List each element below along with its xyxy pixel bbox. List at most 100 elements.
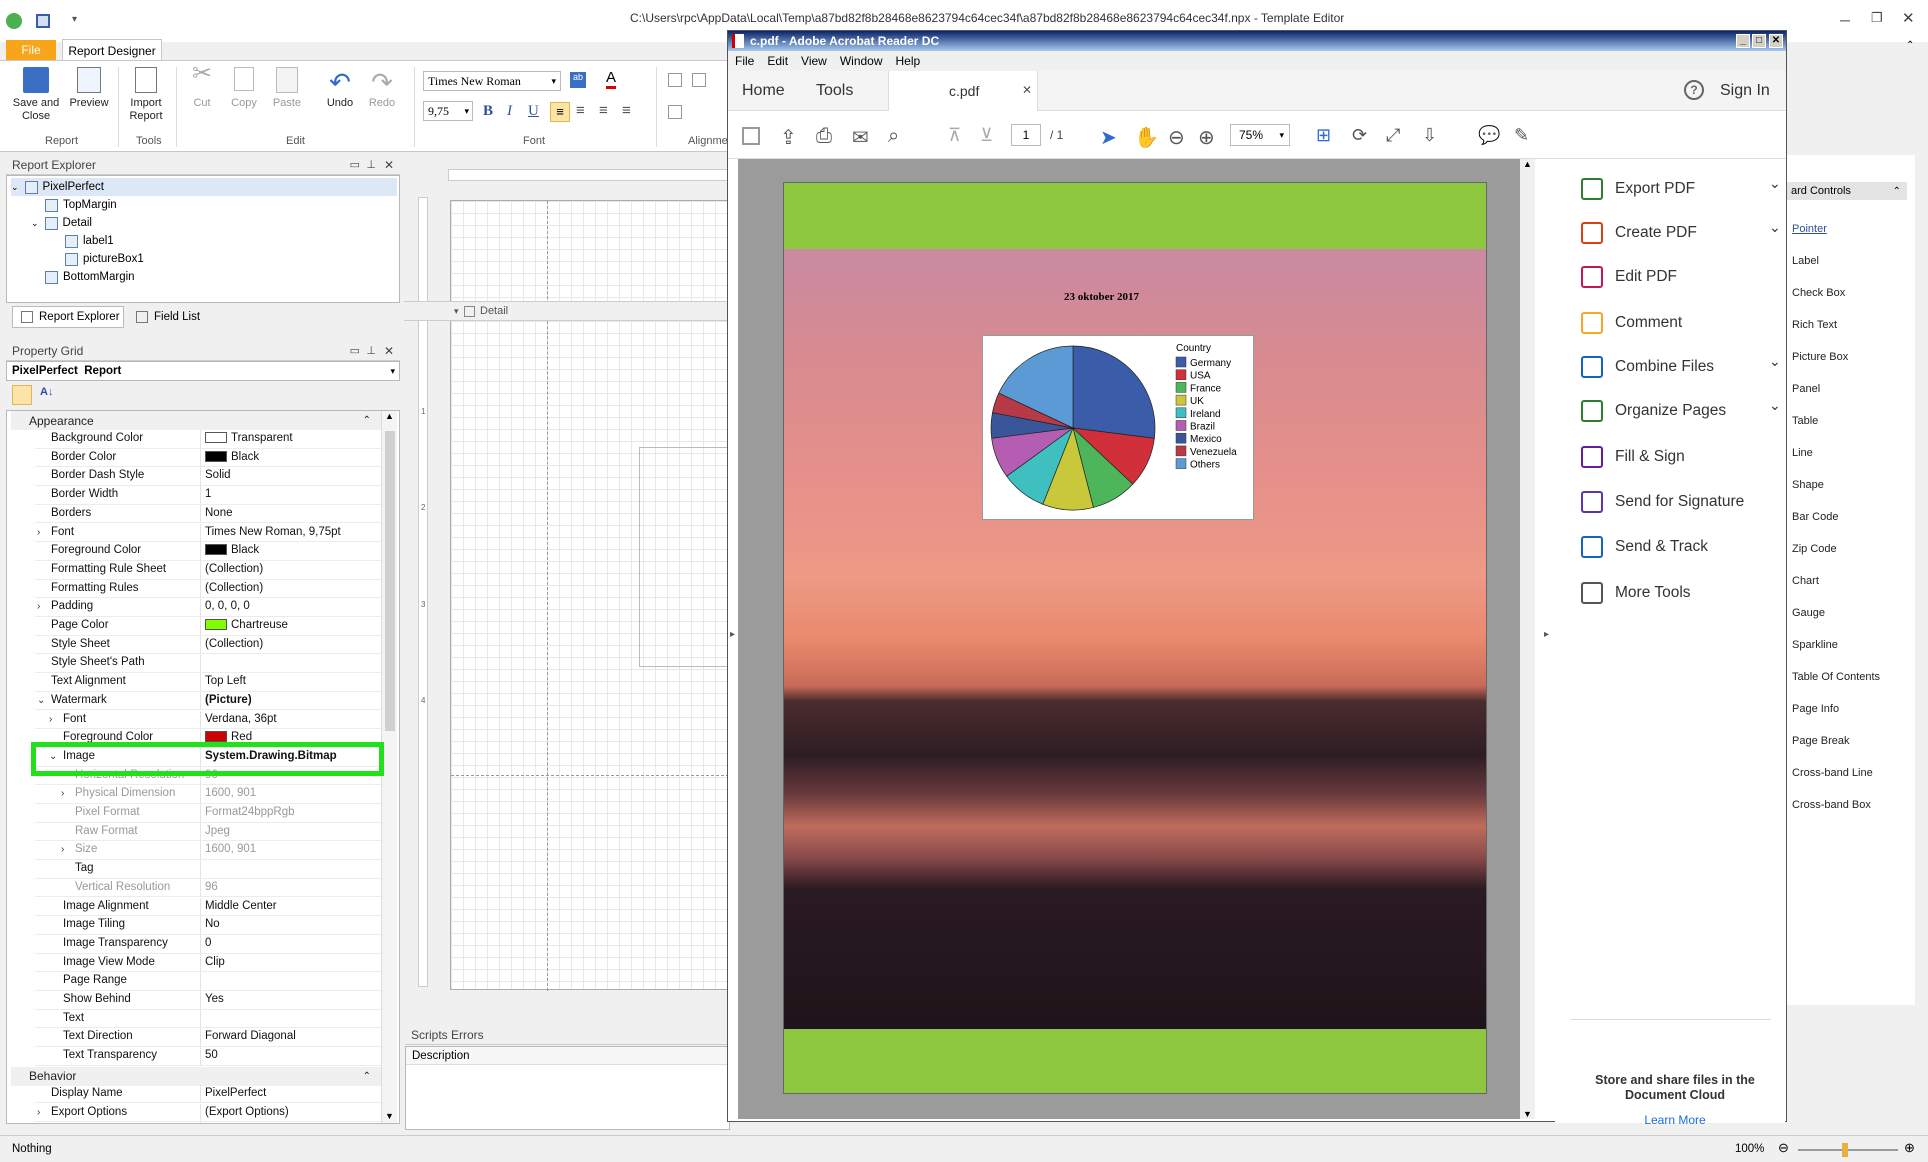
font-size-select[interactable]: 9,75 ▾: [423, 101, 473, 121]
property-row[interactable]: Text Direction Forward Diagonal: [35, 1028, 387, 1048]
property-row[interactable]: Formatting Rules (Collection): [35, 579, 387, 599]
toolbox-item[interactable]: Line: [1792, 447, 1813, 459]
chevron-down-icon[interactable]: ⌄: [1769, 219, 1781, 236]
toolbox-item[interactable]: Gauge: [1792, 607, 1825, 619]
property-value[interactable]: 0: [205, 937, 211, 949]
panel-menu-icon[interactable]: ▭: [350, 344, 360, 357]
property-value[interactable]: Verdana, 36pt: [205, 713, 277, 725]
close-icon[interactable]: ✕: [1769, 34, 1783, 48]
property-row[interactable]: Borders None: [35, 504, 387, 524]
maximize-icon[interactable]: □: [1752, 34, 1766, 48]
sign-pen-icon[interactable]: ✎: [1514, 125, 1536, 147]
tree-item-pixelperfect[interactable]: ⌄ PixelPerfect: [11, 178, 397, 196]
menu-file[interactable]: File: [735, 54, 754, 68]
tab-home[interactable]: Home: [742, 82, 785, 100]
highlight-color-icon[interactable]: ab: [570, 72, 586, 88]
help-icon[interactable]: ?: [1684, 80, 1704, 100]
tool-edit-pdf[interactable]: Edit PDF: [1581, 265, 1677, 289]
property-value[interactable]: Transparent: [205, 432, 293, 444]
save-icon[interactable]: [36, 14, 50, 28]
toolbox-item[interactable]: Pointer: [1792, 223, 1827, 235]
italic-button[interactable]: I: [507, 103, 512, 120]
close-icon[interactable]: ✕: [1902, 9, 1915, 27]
property-row[interactable]: › Physical Dimension 1600, 901: [35, 785, 387, 804]
property-value[interactable]: 1600, 901: [205, 843, 256, 855]
minimize-icon[interactable]: ─: [1840, 12, 1850, 28]
collapse-icon[interactable]: ⌃: [1893, 186, 1901, 197]
align-lefts-icon[interactable]: [668, 105, 682, 119]
tree-item-picturebox1[interactable]: pictureBox1: [65, 250, 144, 268]
email-icon[interactable]: ✉: [852, 125, 874, 149]
property-value[interactable]: Chartreuse: [205, 619, 288, 631]
paste-button[interactable]: Paste: [266, 67, 308, 110]
zoom-slider-thumb[interactable]: [1842, 1143, 1848, 1157]
property-row[interactable]: Raw Format Jpeg: [35, 822, 387, 842]
property-value[interactable]: Black: [205, 450, 259, 463]
left-panel-toggle[interactable]: ▸: [730, 629, 735, 640]
property-row[interactable]: Style Sheet's Path: [35, 654, 387, 674]
close-tab-icon[interactable]: ✕: [1022, 83, 1032, 97]
toolbox-item[interactable]: Cross-band Line: [1792, 767, 1873, 779]
scroll-up-icon[interactable]: ▲: [382, 411, 397, 421]
toolbox-item[interactable]: Sparkline: [1792, 639, 1838, 651]
property-row[interactable]: › Font Verdana, 36pt: [35, 710, 387, 730]
property-row[interactable]: Show Behind Yes: [35, 991, 387, 1010]
toolbox-item[interactable]: Label: [1792, 255, 1819, 267]
property-value[interactable]: Black: [205, 544, 259, 556]
property-value[interactable]: Format24bppRgb: [205, 806, 295, 818]
menu-window[interactable]: Window: [840, 54, 883, 68]
property-value[interactable]: Jpeg: [205, 825, 230, 837]
tool-send-track[interactable]: Send & Track: [1581, 535, 1708, 559]
fullscreen-icon[interactable]: ⤢: [1386, 125, 1408, 147]
property-value[interactable]: Yes: [205, 993, 224, 1005]
font-name-select[interactable]: Times New Roman ▾: [423, 71, 561, 91]
property-row[interactable]: Tag: [35, 860, 387, 879]
tool-fill-sign[interactable]: Fill & Sign: [1581, 445, 1685, 469]
align-center-button[interactable]: ≡: [576, 102, 585, 119]
property-row[interactable]: Text: [35, 1009, 387, 1029]
property-value[interactable]: Clip: [205, 956, 225, 968]
categorized-view-button[interactable]: [12, 385, 32, 405]
property-row[interactable]: Horizontal Content SplittingExact: [35, 1122, 387, 1123]
property-value[interactable]: (Collection): [205, 638, 263, 650]
chevron-down-icon[interactable]: ⌄: [1769, 353, 1781, 370]
collapse-icon[interactable]: ⌄: [37, 695, 45, 706]
description-column[interactable]: Description: [406, 1047, 729, 1065]
zoom-select[interactable]: 75% ▾: [1230, 124, 1290, 146]
sign-in-button[interactable]: Sign In: [1720, 82, 1770, 100]
scroll-thumb[interactable]: [385, 431, 395, 731]
tool-more-tools[interactable]: More Tools: [1581, 581, 1691, 605]
tab-tools[interactable]: Tools: [816, 82, 853, 100]
property-row[interactable]: Foreground Color Black: [35, 542, 387, 561]
toolbox-item[interactable]: Rich Text: [1792, 319, 1837, 331]
restore-icon[interactable]: ❐: [1871, 10, 1883, 26]
property-row[interactable]: Page Range: [35, 972, 387, 991]
toolbox-item[interactable]: Table Of Contents: [1792, 671, 1880, 683]
toolbox-item[interactable]: Cross-band Box: [1792, 799, 1871, 811]
tree-item-label1[interactable]: label1: [65, 232, 114, 250]
select-cursor-icon[interactable]: ➤: [1100, 125, 1122, 149]
rotate-icon[interactable]: ⟳: [1352, 125, 1374, 147]
chevron-down-icon[interactable]: ⌄: [1769, 397, 1781, 414]
property-value[interactable]: 1600, 901: [205, 787, 256, 799]
property-value[interactable]: 0, 0, 0, 0: [205, 600, 250, 612]
property-row[interactable]: Pixel Format Format24bppRgb: [35, 804, 387, 823]
learn-more-link[interactable]: Learn More: [1585, 1113, 1765, 1127]
print-icon[interactable]: ⎙: [816, 125, 838, 147]
scroll-mode-icon[interactable]: ⇩: [1422, 125, 1444, 147]
expand-icon[interactable]: ›: [37, 1107, 40, 1118]
scroll-down-icon[interactable]: ▼: [382, 1111, 397, 1121]
property-row[interactable]: Image Tiling No: [35, 916, 387, 935]
detail-band-header[interactable]: ▾ Detail: [404, 301, 729, 321]
property-row[interactable]: Vertical Resolution 96: [35, 878, 387, 898]
property-value[interactable]: 50: [205, 1049, 218, 1061]
property-value[interactable]: No: [205, 918, 220, 930]
property-value[interactable]: Top Left: [205, 675, 246, 687]
next-page-icon[interactable]: ⊻: [980, 125, 1002, 147]
underline-button[interactable]: U: [528, 103, 539, 120]
align-top-icon[interactable]: [692, 73, 706, 87]
menu-edit[interactable]: Edit: [767, 54, 788, 68]
zoom-slider[interactable]: [1798, 1149, 1898, 1151]
tab-report-designer[interactable]: Report Designer: [62, 39, 162, 61]
document-area[interactable]: 23 oktober 2017 Country Germany USA France U…: [730, 159, 1535, 1119]
